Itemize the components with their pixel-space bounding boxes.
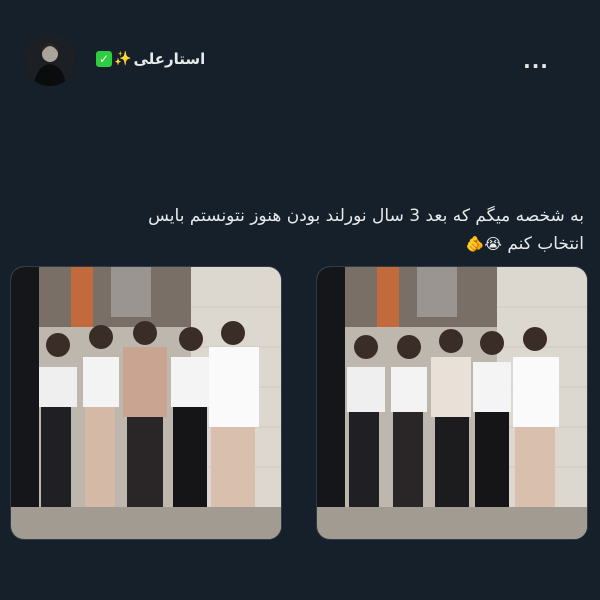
tweet-text-line-1: به شخصه میگم که بعد 3 سال نورلند بودن هن… <box>148 206 584 226</box>
checkmark-icon: ✓ <box>96 51 112 67</box>
media-image-2[interactable] <box>316 266 588 540</box>
profile-photo-icon <box>24 34 76 86</box>
media-image-1[interactable] <box>10 266 282 540</box>
group-photo-icon <box>11 267 281 539</box>
more-options-button[interactable]: ... <box>520 51 552 78</box>
tweet-text: به شخصه میگم که بعد 3 سال نورلند بودن هن… <box>64 202 584 258</box>
group-photo-icon <box>317 267 587 539</box>
tweet-text-line-2-words: انتخاب کنم <box>507 234 584 254</box>
sparkle-icon: ✨ <box>114 51 132 67</box>
author-display-name[interactable]: استارعلی ✨ ✓ <box>96 50 205 68</box>
author-name-text: استارعلی <box>133 50 206 68</box>
author-avatar[interactable] <box>24 34 76 86</box>
tweet-emojis: 😭🫵 <box>465 235 502 253</box>
tweet-text-line-2: انتخاب کنم 😭🫵 <box>64 230 584 258</box>
